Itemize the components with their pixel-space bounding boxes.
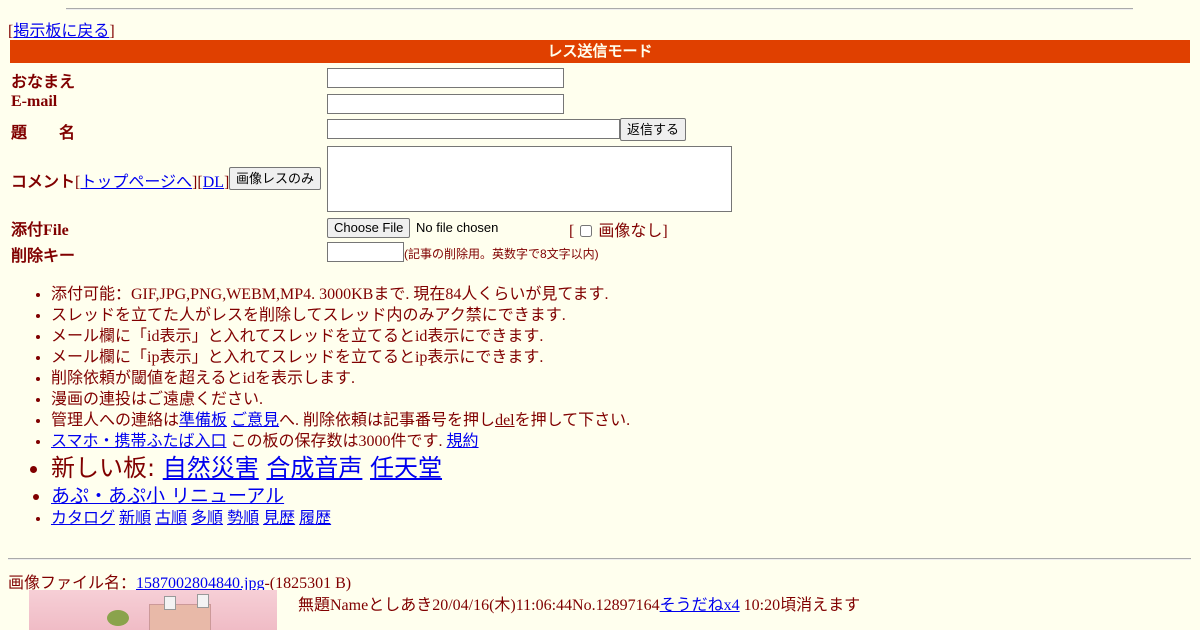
back-to-board-link[interactable]: 掲示板に戻る <box>13 23 109 40</box>
email-input[interactable] <box>327 94 564 114</box>
post-history-link[interactable]: 履歴 <box>299 510 331 527</box>
storage-text: この板の保存数は3000件です. <box>230 433 443 450</box>
sort-old-link[interactable]: 古順 <box>155 510 187 527</box>
post-meta: 無題Nameとしあき20/04/16(木)11:06:44No.12897164 <box>298 597 660 614</box>
sodane-link[interactable]: そうだねx4 <box>660 597 740 614</box>
email-label: E-mail <box>11 93 58 110</box>
reply-mode-bar: レス送信モード <box>10 40 1190 63</box>
new-boards-item: 新しい板: 自然災害 合成音声 任天堂 <box>51 452 630 484</box>
note-item: メール欄に「ip表示」と入れてスレッドを立てるとip表示にできます. <box>51 347 630 368</box>
note-item: 削除依頼が閾値を超えるとidを表示します. <box>51 368 630 389</box>
file-size: -(1825301 B) <box>264 575 352 592</box>
name-label: おなまえ <box>11 74 76 91</box>
no-file-text: No file chosen <box>416 220 499 235</box>
no-image-label: 画像なし] <box>598 223 668 240</box>
comment-row: コメント[トップページへ][DL] <box>11 174 230 191</box>
note-item: 添付可能：GIF,JPG,PNG,WEBM,MP4. 3000KBまで. 現在8… <box>51 284 630 305</box>
no-image-option: [ 画像なし] <box>569 217 668 241</box>
catalog-item: カタログ 新順 古順 多順 勢順 見歴 履歴 <box>51 508 630 529</box>
renewal-item: あぷ・あぷ小 リニューアル <box>51 484 630 508</box>
note-item: スレッドを立てた人がレスを削除してスレッド内のみアク禁にできます. <box>51 305 630 326</box>
comment-textarea[interactable] <box>327 146 732 212</box>
bracket-close: ] <box>109 23 115 40</box>
delete-request-text: へ. 削除依頼は記事番号を押し <box>279 412 496 429</box>
back-nav: [掲示板に戻る] <box>8 17 115 41</box>
new-boards-text: 新しい板: <box>51 454 156 482</box>
no-image-bracket: [ <box>569 223 575 240</box>
note-item: メール欄に「id表示」と入れてスレッドを立てるとid表示にできます. <box>51 326 630 347</box>
note-item: 管理人への連絡は準備板 ご意見へ. 削除依頼は記事番号を押しdelを押して下さい… <box>51 410 630 431</box>
sort-momentum-link[interactable]: 勢順 <box>227 510 259 527</box>
board-link-nintendo[interactable]: 任天堂 <box>370 454 442 482</box>
delete-key-note: (記事の削除用。英数字で8文字以内) <box>404 247 599 261</box>
catalog-link[interactable]: カタログ <box>51 510 115 527</box>
note-item: 漫画の連投はご遠慮ください. <box>51 389 630 410</box>
file-label: 添付File <box>11 222 69 239</box>
sort-many-link[interactable]: 多順 <box>191 510 223 527</box>
image-only-button[interactable]: 画像レスのみ <box>229 167 322 190</box>
top-page-link[interactable]: トップページへ <box>80 174 192 191</box>
board-link-synth-voice[interactable]: 合成音声 <box>266 454 362 482</box>
name-input[interactable] <box>327 68 564 88</box>
viewed-history-link[interactable]: 見歴 <box>263 510 295 527</box>
contact-text: 管理人への連絡は <box>51 412 180 429</box>
no-image-checkbox[interactable] <box>580 225 593 237</box>
sort-new-link[interactable]: 新順 <box>119 510 151 527</box>
prep-board-link[interactable]: 準備板 <box>179 412 227 429</box>
dl-link[interactable]: DL <box>203 174 224 191</box>
submit-reply-button[interactable]: 返信する <box>620 118 687 141</box>
subject-label: 題 名 <box>11 125 76 142</box>
note-item: スマホ・携帯ふたば入口 この板の保存数は3000件です. 規約 <box>51 431 630 452</box>
delete-request-tail: を押して下さい. <box>514 412 631 429</box>
delete-key-input[interactable] <box>327 242 404 262</box>
board-link-disaster[interactable]: 自然災害 <box>163 454 259 482</box>
upload-renewal-link[interactable]: あぷ・あぷ小 リニューアル <box>51 485 284 507</box>
mobile-entry-link[interactable]: スマホ・携帯ふたば入口 <box>51 433 227 450</box>
rules-link[interactable]: 規約 <box>447 433 479 450</box>
top-divider <box>66 8 1133 10</box>
del-link[interactable]: del <box>495 412 515 429</box>
delete-key-label: 削除キー <box>11 248 76 265</box>
board-notes-list: 添付可能：GIF,JPG,PNG,WEBM,MP4. 3000KBまで. 現在8… <box>32 284 630 529</box>
post-thumbnail[interactable] <box>29 590 277 630</box>
feedback-link[interactable]: ご意見 <box>231 412 279 429</box>
comment-label: コメント <box>11 174 76 191</box>
subject-input[interactable] <box>327 119 620 139</box>
thread-divider <box>8 558 1191 560</box>
post-header: 無題Nameとしあき20/04/16(木)11:06:44No.12897164… <box>298 591 860 615</box>
expire-text: 10:20頃消えます <box>743 597 861 614</box>
choose-file-button[interactable]: Choose File <box>327 218 411 238</box>
